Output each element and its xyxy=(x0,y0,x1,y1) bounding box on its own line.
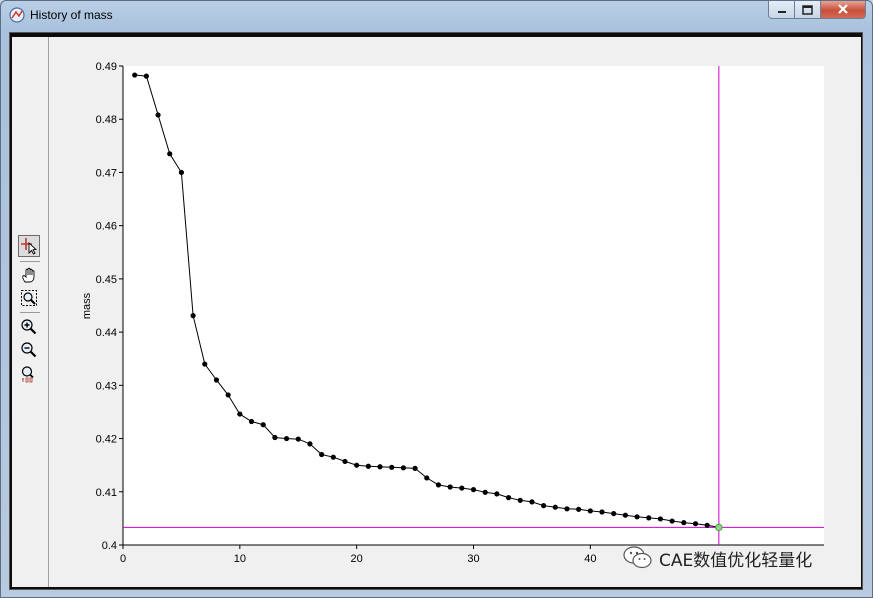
data-point xyxy=(202,361,208,367)
maximize-icon xyxy=(802,4,813,15)
zoom-box-icon xyxy=(21,290,37,306)
zoom-in-icon xyxy=(21,319,37,335)
data-point xyxy=(330,454,336,460)
hand-icon xyxy=(22,267,35,283)
data-point xyxy=(143,73,149,79)
data-point xyxy=(634,514,640,520)
data-point xyxy=(470,487,477,493)
chart-window: History of mass 0.4 0.41 0.42 0.43 0.44 … xyxy=(0,0,873,598)
wechat-icon xyxy=(623,546,652,569)
data-point xyxy=(692,521,699,527)
data-point xyxy=(505,495,512,501)
window-title: History of mass xyxy=(30,8,113,22)
data-point xyxy=(576,506,582,512)
data-point xyxy=(365,463,371,469)
data-point xyxy=(482,489,488,495)
data-point xyxy=(178,169,185,176)
zoom-box-tool[interactable] xyxy=(18,287,40,309)
data-point xyxy=(669,518,675,524)
data-point xyxy=(424,475,430,481)
data-point xyxy=(260,422,266,428)
x-tick-label: 20 xyxy=(351,553,363,565)
minimize-button[interactable] xyxy=(768,1,795,19)
plot-toolbar xyxy=(12,37,49,587)
data-point xyxy=(681,520,687,526)
data-point xyxy=(564,506,570,512)
toolbar-separator xyxy=(20,312,40,313)
watermark: CAE数值优化轻量化 xyxy=(623,545,812,571)
y-tick-label: 0.46 xyxy=(96,221,117,233)
maximize-button[interactable] xyxy=(795,1,821,19)
y-tick-label: 0.48 xyxy=(96,114,117,126)
data-point xyxy=(225,392,231,398)
data-point xyxy=(646,515,652,521)
selected-data-point xyxy=(715,523,723,532)
data-point xyxy=(494,491,500,497)
data-point xyxy=(155,112,161,118)
x-tick-label: 40 xyxy=(584,553,596,565)
mass-history-chart[interactable]: 0.4 0.41 0.42 0.43 0.44 0.45 0.46 0.47 0.48 0.49 0… xyxy=(49,37,861,587)
zoom-out-tool[interactable] xyxy=(18,339,40,361)
zoom-100-icon xyxy=(21,366,34,383)
y-tick-label: 0.4 xyxy=(102,540,117,552)
data-point xyxy=(657,516,664,522)
x-tick-label: 0 xyxy=(120,553,126,565)
data-point xyxy=(307,441,313,447)
data-point xyxy=(283,435,290,442)
close-button[interactable] xyxy=(821,1,866,19)
data-point xyxy=(248,418,255,425)
data-point xyxy=(611,510,617,517)
y-tick-label: 0.45 xyxy=(96,274,117,286)
title-bar[interactable]: History of mass xyxy=(1,1,872,31)
watermark-text: CAE数值优化轻量化 xyxy=(659,550,813,571)
data-point xyxy=(354,462,360,468)
minimize-icon xyxy=(777,10,786,13)
data-point xyxy=(132,72,138,78)
data-point xyxy=(599,509,605,515)
y-axis-label: mass xyxy=(81,292,93,319)
data-point xyxy=(435,482,442,488)
close-icon xyxy=(838,4,848,14)
crosshair-select-tool[interactable] xyxy=(18,235,40,257)
y-tick-label: 0.44 xyxy=(96,327,117,339)
y-tick-label: 0.41 xyxy=(96,487,117,499)
data-point xyxy=(704,522,710,528)
data-point xyxy=(319,451,325,458)
data-point xyxy=(295,436,301,442)
data-point xyxy=(529,499,535,505)
y-tick-label: 0.47 xyxy=(96,167,117,179)
x-tick-label: 30 xyxy=(467,553,479,565)
toolbar-separator xyxy=(20,261,40,262)
zoom-reset-tool[interactable] xyxy=(18,363,40,385)
window-controls xyxy=(768,1,866,21)
pan-tool[interactable] xyxy=(18,264,40,286)
y-tick-label: 0.43 xyxy=(96,380,117,392)
data-point xyxy=(459,485,465,491)
data-point xyxy=(190,313,196,319)
data-point xyxy=(622,512,628,518)
data-point xyxy=(552,504,558,510)
data-point xyxy=(412,465,418,471)
y-tick-label: 0.49 xyxy=(96,61,117,73)
data-point xyxy=(541,503,547,509)
data-point xyxy=(389,464,395,470)
data-point xyxy=(377,464,383,470)
data-point xyxy=(400,465,406,471)
data-point xyxy=(167,151,173,157)
data-point xyxy=(342,458,348,465)
data-point xyxy=(272,434,278,441)
chart-app-icon xyxy=(9,7,25,23)
y-tick-label: 0.42 xyxy=(96,434,117,446)
zoom-in-tool[interactable] xyxy=(18,316,40,338)
crosshair-cursor-icon xyxy=(21,238,38,255)
data-point xyxy=(213,377,220,383)
x-tick-label: 10 xyxy=(234,553,246,565)
data-point xyxy=(447,484,453,490)
data-point xyxy=(517,497,523,503)
data-point xyxy=(237,411,243,417)
data-point xyxy=(587,508,593,514)
zoom-out-icon xyxy=(21,342,37,358)
